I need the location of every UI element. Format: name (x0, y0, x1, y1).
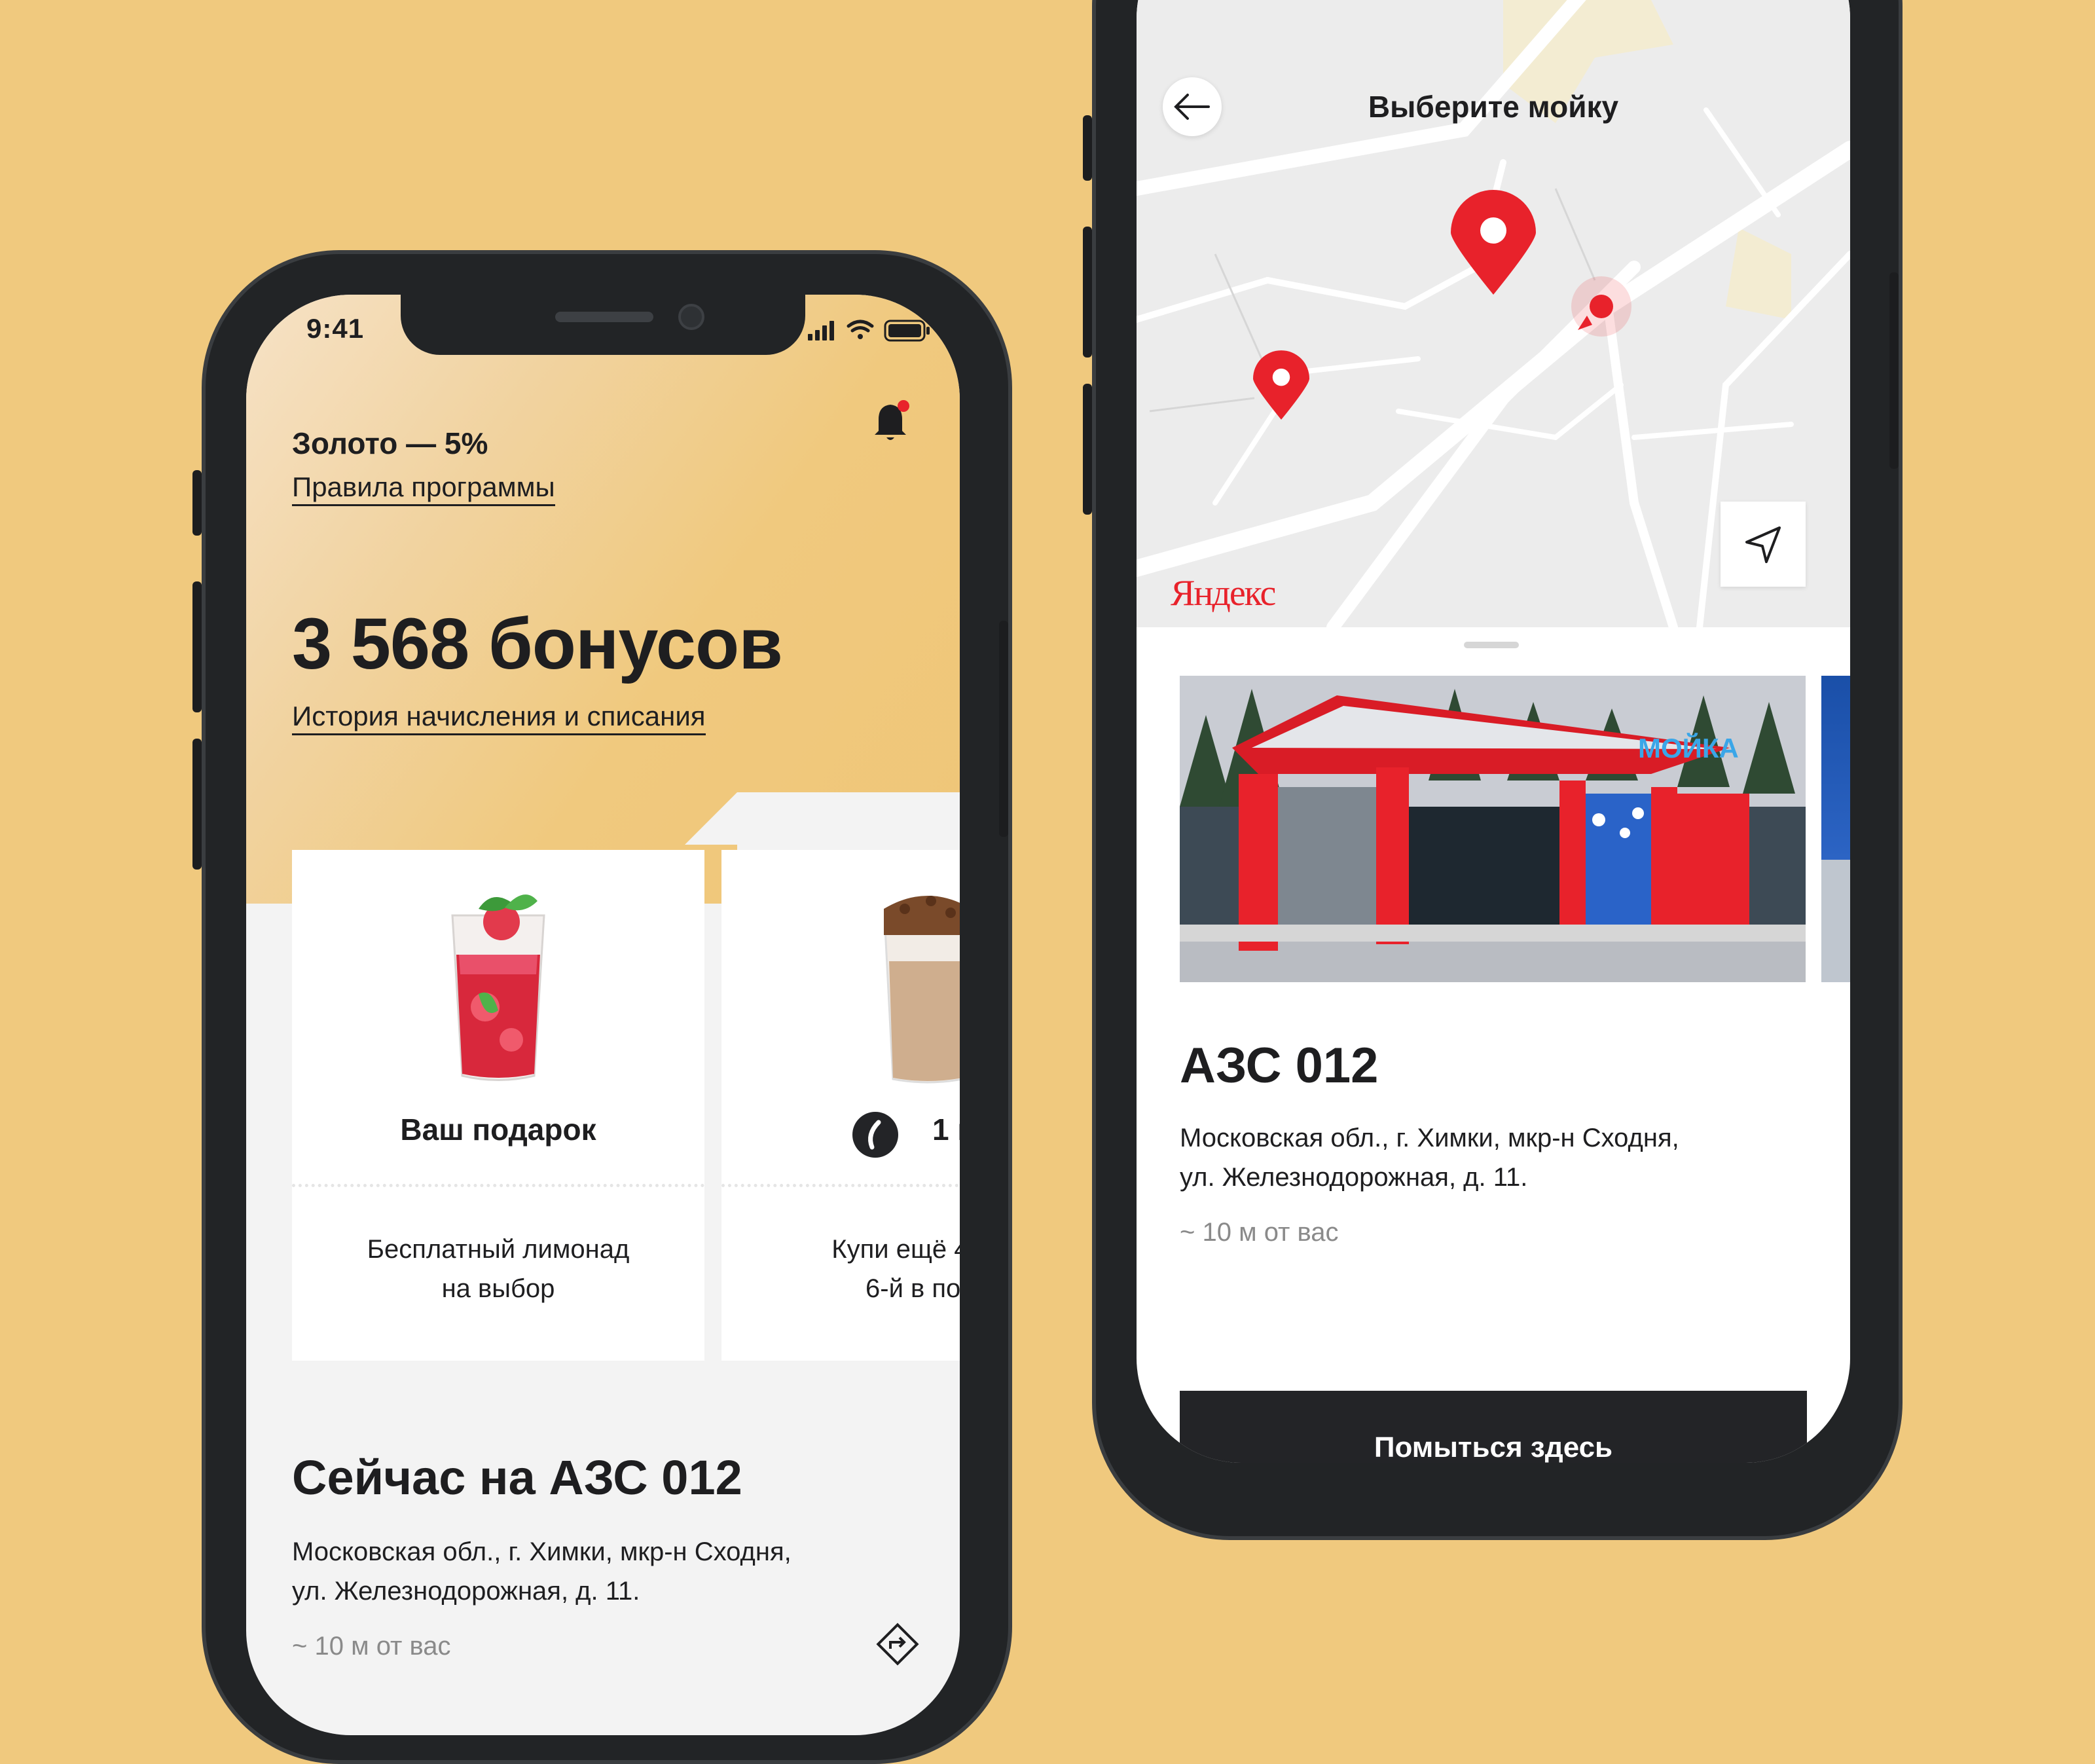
status-icons (808, 320, 930, 342)
signal-icon (808, 321, 834, 340)
phone-side-button (1083, 115, 1092, 181)
station-distance: ~ 10 м от вас (292, 1632, 451, 1661)
map-pin-icon[interactable] (1451, 190, 1536, 295)
phone-side-button (1083, 227, 1092, 358)
offer-card[interactable]: 1 и Купи ещё 4 коф 6-й в пода (721, 850, 960, 1361)
notification-bell-icon[interactable] (873, 398, 910, 444)
wash-here-button[interactable]: Помыться здесь (1180, 1391, 1807, 1463)
phone-notch (401, 295, 805, 355)
phone-side-button (192, 470, 202, 536)
station-title: АЗС 012 (1180, 1038, 1379, 1093)
car-wash-sign: МОЙКА (1638, 732, 1739, 763)
phone-side-button (1083, 384, 1092, 515)
hero-decor (685, 792, 737, 845)
station-address: Московская обл., г. Химки, мкр-н Сходня,… (292, 1537, 792, 1606)
coffee-image (884, 896, 960, 1084)
wifi-icon (847, 320, 874, 339)
loyalty-screen: 9:41 Золото — 5% Правила программы 3 568… (246, 295, 960, 1735)
offer-card[interactable]: Ваш подарок Бесплатный лимонад на выбор (292, 850, 704, 1361)
sheet-drag-handle[interactable] (1464, 642, 1519, 648)
offer-card-title: Ваш подарок (400, 1112, 596, 1147)
phone-side-button (1889, 272, 1899, 469)
program-rules-link[interactable]: Правила программы (292, 471, 555, 506)
bonus-balance: 3 568 бонусов (292, 604, 783, 684)
lemonade-image (451, 894, 545, 1081)
current-location-icon (1571, 276, 1631, 337)
offer-card-title: 1 и (932, 1112, 960, 1147)
station-distance: ~ 10 м от вас (1180, 1218, 1339, 1247)
yandex-logo: Яндекс (1171, 572, 1276, 614)
notch-camera (678, 304, 704, 330)
bonus-history-link[interactable]: История начисления и списания (292, 701, 706, 735)
notch-speaker (555, 312, 653, 322)
yandex-logo-text: Яндекс (1171, 573, 1276, 614)
route-icon[interactable] (875, 1621, 920, 1667)
map-view[interactable]: Выберите мойку Яндекс (1137, 0, 1850, 627)
loyalty-tier: Золото — 5% (292, 426, 488, 460)
phone-side-button (999, 621, 1008, 837)
car-wash-photo[interactable]: МОЙКА (1180, 676, 1806, 982)
car-wash-photo-next[interactable] (1821, 676, 1850, 982)
offer-card-description: Купи ещё 4 коф 6-й в пода (831, 1235, 960, 1303)
card-divider (292, 1184, 704, 1187)
page-title: Выберите мойку (1368, 90, 1619, 124)
station-address: Московская обл., г. Химки, мкр-н Сходня,… (1180, 1124, 1679, 1192)
card-divider (721, 1184, 960, 1187)
phone-side-button (192, 739, 202, 870)
battery-icon (884, 320, 930, 342)
locate-me-button[interactable] (1721, 502, 1806, 587)
offer-card-description: Бесплатный лимонад на выбор (367, 1235, 630, 1303)
map-pin-icon[interactable] (1253, 350, 1309, 420)
phone-right: Выберите мойку Яндекс МОЙКА АЗС 012 Моск… (1083, 0, 1903, 1540)
car-wash-screen: Выберите мойку Яндекс МОЙКА АЗС 012 Моск… (1137, 0, 1850, 1463)
phone-left: 9:41 Золото — 5% Правила программы 3 568… (192, 250, 1012, 1764)
phone-side-button (192, 581, 202, 712)
car-wash-photo-drawing: МОЙКА (1180, 676, 1806, 982)
status-time: 9:41 (306, 313, 365, 344)
navigation-arrow-icon (1745, 526, 1781, 563)
current-station-title: Сейчас на АЗС 012 (292, 1450, 742, 1505)
coffee-bean-icon (852, 1112, 898, 1158)
